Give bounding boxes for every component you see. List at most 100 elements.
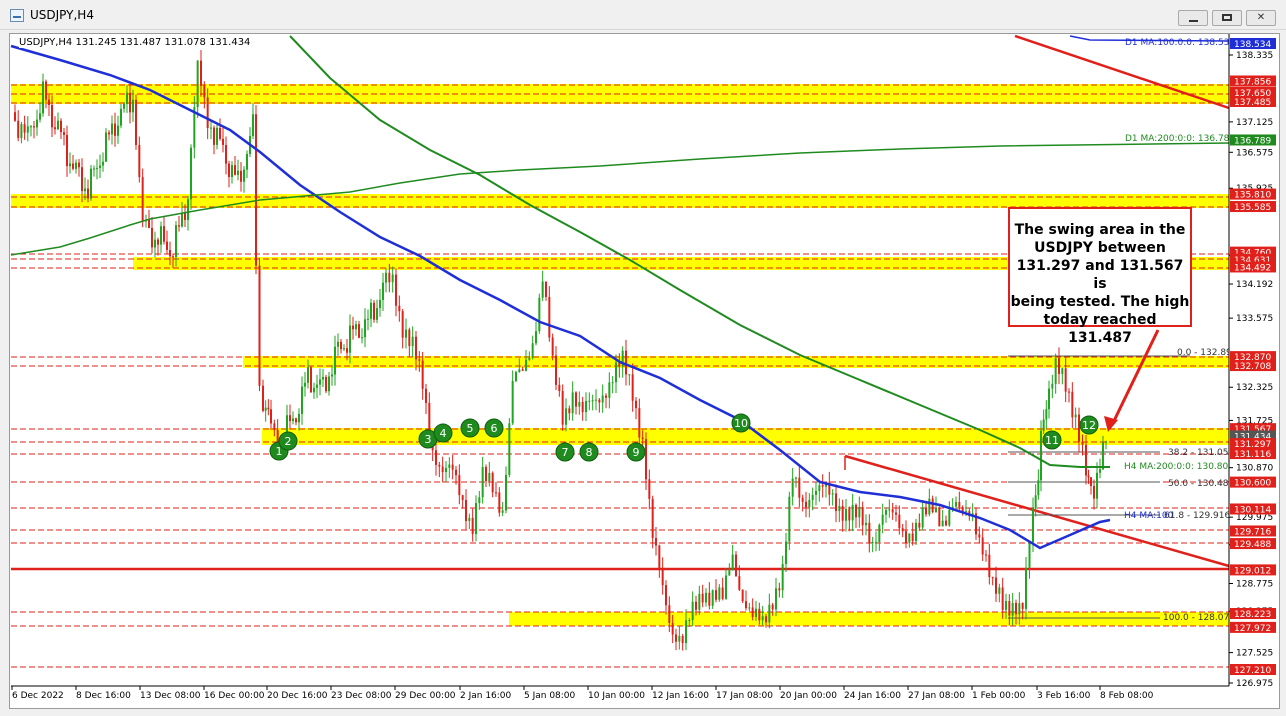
price-chart[interactable]: D1 MA:100:0:0: 138.534 D1 MA:200:0:0: 13… (0, 0, 1286, 716)
candle-body (246, 153, 248, 170)
candle-body (1090, 477, 1092, 486)
candle-body (405, 329, 407, 338)
candle-body (60, 120, 62, 133)
candle-body (1040, 430, 1042, 481)
candle-body (102, 161, 104, 166)
price-level-tag-label: 136.789 (1234, 136, 1271, 146)
candle-body (87, 188, 89, 199)
candle-body (531, 343, 534, 358)
candle-body (1045, 409, 1048, 420)
candle-body (172, 256, 174, 258)
candle-body (69, 163, 71, 167)
price-tick-label: 133.575 (1236, 314, 1273, 324)
candle-body (905, 531, 907, 543)
candle-body (373, 302, 375, 320)
candle-body (478, 497, 481, 504)
candle-body (1078, 414, 1080, 442)
candle-body (307, 367, 309, 383)
candle-body (475, 503, 477, 535)
candle-body (231, 165, 233, 178)
price-level-tag-label: 129.012 (1234, 566, 1271, 576)
candle-body (728, 570, 731, 576)
candle-body (521, 369, 524, 371)
candle-body (367, 318, 369, 320)
candle-body (598, 399, 601, 403)
candle-body (978, 534, 981, 538)
candle-body (418, 359, 421, 361)
candle-body (316, 384, 318, 388)
candle-body (578, 401, 581, 407)
candle-body (39, 113, 41, 120)
candle-body (591, 400, 594, 402)
candle-body (858, 506, 861, 518)
candle-body (581, 401, 584, 413)
candle-body (108, 132, 110, 135)
candle-body (945, 520, 947, 526)
time-tick-label: 29 Dec 00:00 (395, 691, 456, 701)
price-level-tag-label: 129.488 (1234, 540, 1271, 550)
candle-body (292, 418, 294, 422)
time-tick-label: 8 Feb 08:00 (1100, 691, 1154, 701)
candle-body (505, 475, 507, 511)
candle-body (711, 590, 714, 606)
time-axis-ticks: 6 Dec 2022 8 Dec 16:00 13 Dec 08:00 16 Dec … (11, 686, 1154, 701)
candle-body (51, 105, 53, 128)
candle-body (42, 81, 44, 114)
candle-body (651, 498, 654, 539)
candle-body (93, 168, 95, 170)
price-level-tag-label: 132.708 (1234, 362, 1271, 372)
candle-body (485, 467, 487, 482)
candle-body (551, 337, 554, 356)
candle-body (541, 281, 544, 298)
candle-body (701, 593, 704, 603)
candle-body (571, 392, 574, 414)
candle-body (458, 475, 461, 496)
candle-body (1093, 485, 1095, 499)
candle-body (1068, 391, 1070, 393)
candle-body (135, 99, 137, 145)
price-level-tag-label: 135.810 (1234, 191, 1271, 201)
time-tick-label: 2 Jan 16:00 (460, 691, 512, 701)
candle-body (731, 554, 734, 571)
candle-body (148, 219, 150, 228)
candle-body (525, 359, 527, 371)
candle-body (178, 225, 180, 227)
candle-body (928, 498, 931, 515)
candle-body (273, 423, 276, 431)
annotation-callout: The swing area in the USDJPY between 131… (1008, 207, 1192, 346)
price-tick-label: 138.335 (1236, 51, 1273, 61)
candle-body (340, 341, 342, 350)
candle-body (187, 199, 189, 221)
candle-body (376, 308, 378, 320)
candle-body (508, 423, 511, 476)
d1-ma100-label: D1 MA:100:0:0: 138.534 (1125, 38, 1235, 48)
candle-body (801, 497, 804, 502)
candle-body (691, 601, 694, 621)
swing-marker-label: 2 (285, 435, 292, 448)
candle-body (66, 134, 68, 167)
chart-header: USDJPY,H4 131.245 131.487 131.078 131.43… (19, 37, 251, 48)
candle-body (1064, 368, 1067, 392)
candle-body (228, 163, 230, 178)
candle-body (805, 501, 807, 508)
candle-body (795, 477, 797, 479)
candle-body (157, 239, 159, 245)
candle-body (841, 506, 844, 521)
candle-body (163, 226, 165, 242)
candle-body (875, 541, 877, 543)
candle-body (166, 241, 168, 250)
candle-body (688, 620, 691, 622)
candle-body (346, 348, 348, 353)
candle-body (955, 502, 957, 507)
candle-body (203, 85, 206, 98)
candle-body (638, 408, 641, 438)
candle-body (538, 297, 541, 332)
candle-body (901, 528, 904, 532)
candle-body (655, 538, 657, 546)
candle-body (925, 507, 927, 515)
fib-382-label: 38.2 - 131.054 (1168, 448, 1234, 458)
candle-body (448, 464, 451, 468)
candle-body (57, 120, 59, 130)
price-level-tag-label: 130.600 (1234, 479, 1271, 489)
candle-body (200, 60, 202, 86)
